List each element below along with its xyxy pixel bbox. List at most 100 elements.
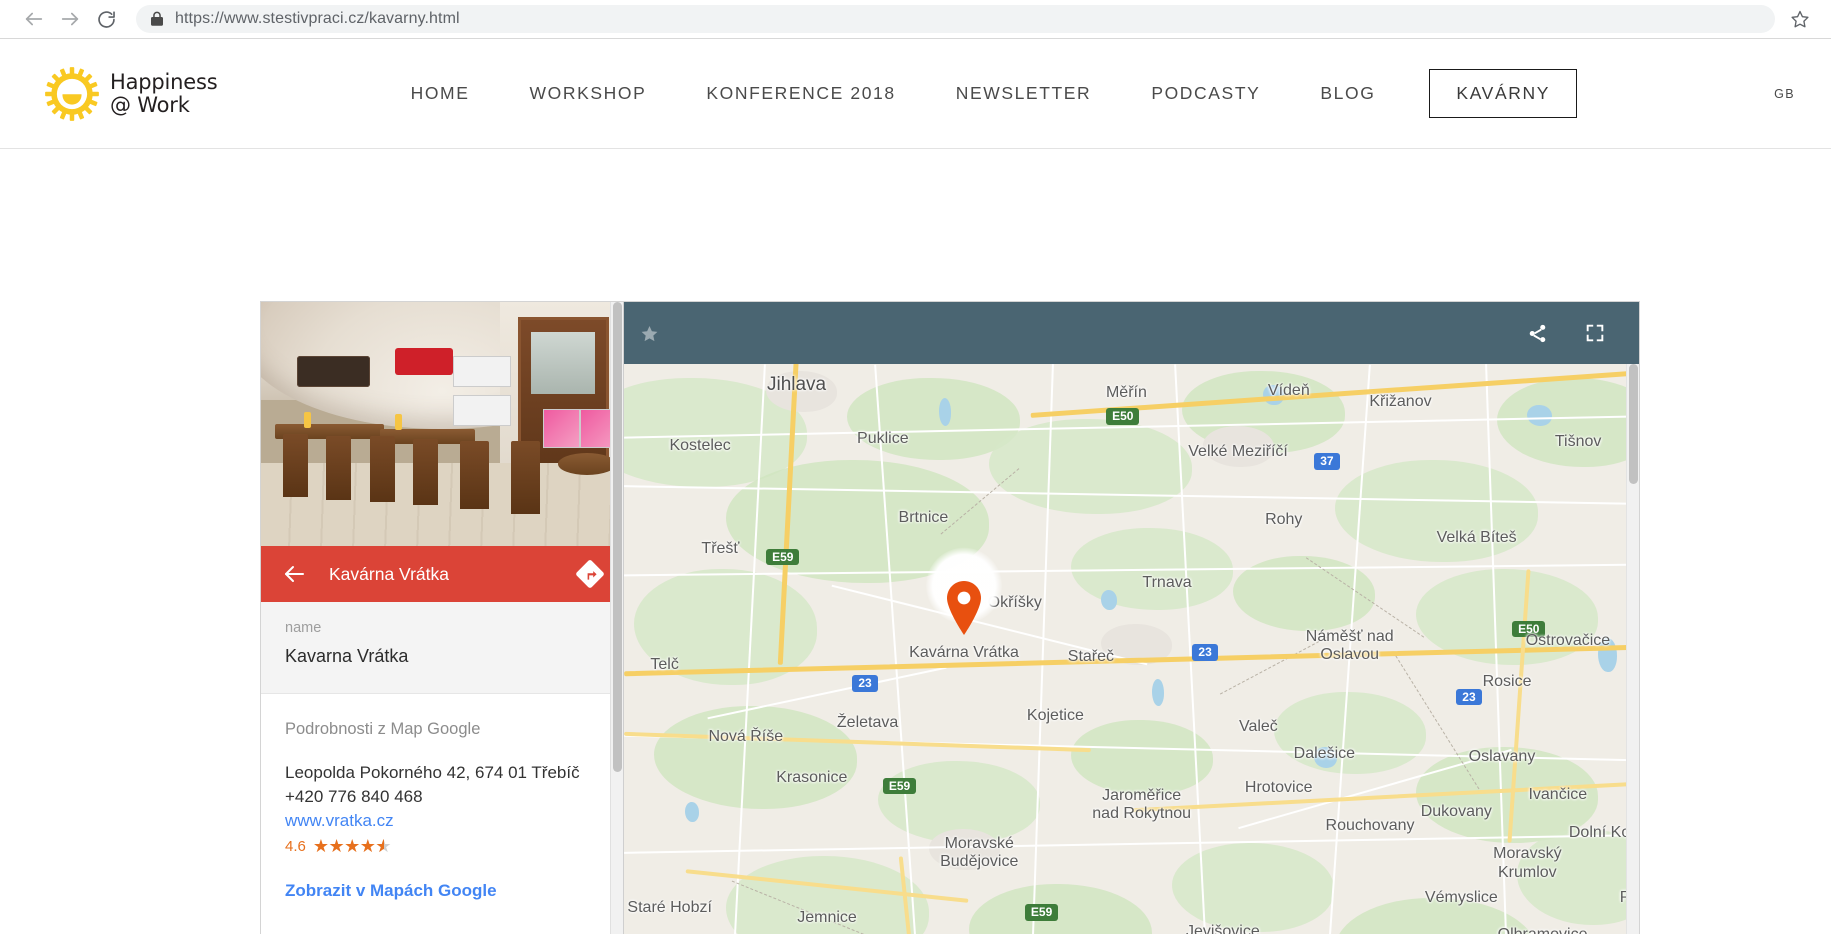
map-area: E5037E59E50232323E59E5953 JihlavaMěřínVí… — [624, 302, 1639, 934]
arrow-right-icon — [61, 12, 79, 26]
map-label: Velké Meziříčí — [1188, 442, 1288, 460]
map-label: Kojetice — [1026, 707, 1084, 725]
nav-item-newsletter[interactable]: NEWSLETTER — [926, 83, 1122, 104]
map-label: Velká Bíteš — [1436, 529, 1517, 547]
browser-forward-button[interactable] — [52, 1, 88, 37]
map-label: Jihlava — [766, 373, 827, 395]
share-icon — [1529, 324, 1545, 342]
panel-back-button[interactable] — [281, 561, 307, 587]
map-label: Brtnice — [898, 508, 949, 526]
address-bar[interactable]: https://www.stestivpraci.cz/kavarny.html — [136, 5, 1775, 33]
map-label: Rosice — [1482, 673, 1532, 691]
lock-icon — [150, 11, 164, 27]
route-shield: 23 — [1456, 688, 1482, 706]
map-label: Rohy — [1265, 510, 1303, 528]
map-scrollbar[interactable] — [1626, 364, 1639, 934]
map-label: Jemnice — [797, 909, 857, 927]
place-name-field-label: name — [285, 620, 322, 636]
map-label: Tišnov — [1554, 432, 1602, 450]
star-icon — [641, 325, 658, 341]
browser-back-button[interactable] — [16, 1, 52, 37]
route-shield: E59 — [882, 777, 917, 795]
map-label: Trnava — [1142, 573, 1192, 591]
nav-item-blog[interactable]: BLOG — [1290, 83, 1405, 104]
map-scrollbar-thumb[interactable] — [1629, 364, 1638, 484]
map-star-button[interactable] — [640, 324, 659, 343]
place-address: Leopolda Pokorného 42, 674 01 Třebíč — [285, 763, 580, 782]
main-navigation: HOME WORKSHOP KONFERENCE 2018 NEWSLETTER… — [217, 69, 1740, 118]
star-half-icon: ★ — [375, 837, 391, 855]
site-header: Happiness @ Work HOME WORKSHOP KONFERENC… — [0, 39, 1831, 149]
view-in-google-maps-link[interactable]: Zobrazit v Mapách Google — [285, 881, 599, 901]
nav-item-podcasty[interactable]: PODCASTY — [1121, 83, 1290, 104]
reload-icon — [97, 10, 115, 28]
map-label: Vémyslice — [1424, 888, 1498, 906]
google-place-details: Podrobnosti z Map Google Leopolda Pokorn… — [261, 694, 623, 920]
map-label: Valeč — [1238, 717, 1278, 735]
nav-item-kavarny[interactable]: KAVÁRNY — [1429, 69, 1577, 118]
place-phone: +420 776 840 468 — [285, 787, 423, 807]
map-label: Staré Hobzí — [627, 898, 712, 916]
map-label: Moravský Krumlov — [1493, 845, 1562, 881]
browser-reload-button[interactable] — [88, 1, 124, 37]
map-label: Jevišovice — [1185, 922, 1260, 934]
arrow-left-icon — [25, 12, 43, 26]
arrow-left-icon — [285, 566, 304, 582]
map-label: Oslavany — [1468, 748, 1536, 766]
site-logo[interactable]: Happiness @ Work — [44, 66, 218, 122]
star-icon: ★ — [328, 836, 345, 857]
map-label: Rouchovany — [1325, 816, 1415, 834]
route-shield: E59 — [1024, 904, 1059, 921]
star-icon: ★ — [344, 836, 360, 857]
place-website-link[interactable]: www.vratka.cz — [285, 809, 599, 833]
map-label: Měřín — [1105, 383, 1147, 401]
map-label: Želetava — [836, 714, 899, 732]
star-icon: ★ — [359, 836, 376, 857]
page-content: Kavárna Vrátka name Kavarna Vrátka Podro… — [0, 149, 1831, 934]
map-label: Dalešice — [1293, 744, 1356, 762]
place-rating: 4.6 ★ ★ ★ ★ ★ — [285, 837, 599, 855]
star-icon — [1791, 10, 1809, 28]
map-label: Telč — [650, 655, 679, 673]
logo-line-1: Happiness — [110, 70, 218, 95]
map-toolbar — [624, 302, 1639, 364]
map-place-marker[interactable] — [926, 547, 1003, 641]
map-canvas[interactable]: E5037E59E50232323E59E5953 JihlavaMěřínVí… — [624, 364, 1639, 934]
map-label: Křižanov — [1369, 393, 1432, 411]
route-shield: 37 — [1314, 452, 1340, 470]
place-rating-value: 4.6 — [285, 837, 306, 855]
google-my-maps-embed: Kavárna Vrátka name Kavarna Vrátka Podro… — [260, 301, 1640, 934]
map-label: Moravské Budějovice — [940, 834, 1019, 871]
place-name-field-value: Kavarna Vrátka — [285, 646, 409, 666]
panel-scrollbar-thumb[interactable] — [613, 302, 622, 772]
directions-button[interactable] — [573, 557, 607, 591]
language-switcher[interactable]: GB — [1774, 87, 1795, 101]
map-label: Vídeň — [1267, 382, 1310, 400]
map-label: Nová Říše — [708, 727, 784, 745]
map-label: Olbramovice — [1498, 926, 1588, 934]
map-label: Dukovany — [1420, 803, 1492, 821]
map-label: Krasonice — [776, 768, 848, 786]
place-details-heading: Podrobnosti z Map Google — [285, 720, 481, 738]
map-label: Třešť — [701, 539, 740, 557]
map-label: Hrotovice — [1244, 779, 1313, 797]
place-rating-stars: ★ ★ ★ ★ ★ — [313, 836, 392, 857]
map-label: Kostelec — [669, 437, 731, 455]
logo-line-2: @ Work — [110, 92, 190, 117]
map-label: Náměšť nad Oslavou — [1305, 627, 1394, 663]
map-label: Stařeč — [1067, 647, 1115, 665]
browser-toolbar: https://www.stestivpraci.cz/kavarny.html — [0, 0, 1831, 39]
panel-scrollbar[interactable] — [610, 302, 623, 934]
directions-icon — [576, 560, 604, 588]
map-share-button[interactable] — [1519, 315, 1555, 351]
site-logo-text: Happiness @ Work — [110, 70, 218, 117]
place-title: Kavárna Vrátka — [329, 563, 449, 584]
map-fullscreen-button[interactable] — [1577, 315, 1613, 351]
nav-item-home[interactable]: HOME — [381, 83, 500, 104]
happiness-sun-logo-icon — [44, 66, 100, 122]
nav-item-workshop[interactable]: WORKSHOP — [500, 83, 677, 104]
bookmark-star-button[interactable] — [1785, 4, 1815, 34]
nav-item-konference[interactable]: KONFERENCE 2018 — [676, 83, 925, 104]
place-hero-photo — [261, 302, 623, 546]
map-label: Puklice — [857, 430, 909, 448]
